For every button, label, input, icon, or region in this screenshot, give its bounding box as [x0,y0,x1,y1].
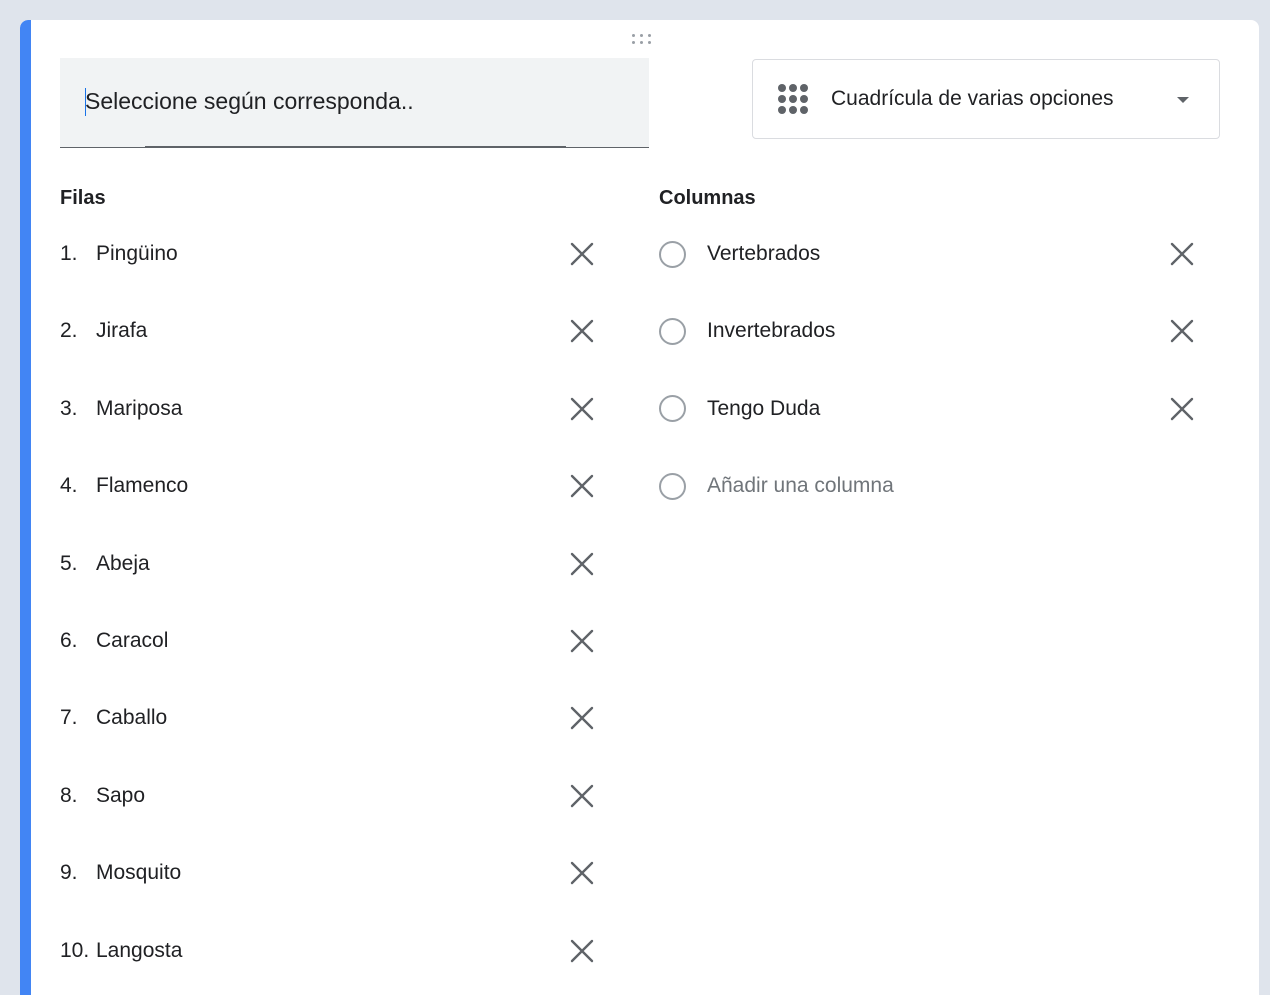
remove-row-button[interactable] [562,466,602,506]
row-number: 8. [60,783,78,807]
remove-row-button[interactable] [562,311,602,351]
remove-row-button[interactable] [562,776,602,816]
row-label[interactable]: Pingüino [96,242,178,266]
add-column-option[interactable]: Añadir una columna [659,466,1219,506]
row-label[interactable]: Caballo [96,706,167,730]
close-icon [570,552,594,575]
column-item[interactable]: Vertebrados [659,234,1219,274]
row-number: 7. [60,706,78,730]
row-label[interactable]: Langosta [96,939,182,963]
row-number: 6. [60,629,78,652]
column-label[interactable]: Invertebrados [707,319,835,343]
row-label[interactable]: Mariposa [96,397,182,421]
column-label[interactable]: Tengo Duda [707,397,820,421]
remove-column-button[interactable] [1162,389,1202,429]
column-label[interactable]: Vertebrados [707,242,820,266]
close-icon [570,320,594,343]
remove-row-button[interactable] [562,853,602,893]
close-icon [570,939,594,962]
question-type-dropdown[interactable]: Cuadrícula de varias opciones [752,59,1220,139]
question-title-field[interactable] [60,58,649,148]
close-icon [1170,397,1194,420]
columns-heading: Columnas [659,187,756,209]
row-item[interactable]: 9. Mosquito [60,853,600,893]
row-item[interactable]: 2. Jirafa [60,311,600,351]
row-item[interactable]: 8. Sapo [60,776,600,816]
column-item[interactable]: Invertebrados [659,311,1219,351]
row-number: 4. [60,474,78,498]
drag-handle-icon[interactable] [628,32,656,46]
row-item[interactable]: 7. Caballo [60,698,600,738]
dropdown-arrow-icon [1177,97,1189,103]
row-item[interactable]: 6. Caracol [60,621,600,661]
row-number: 10. [60,938,90,962]
remove-row-button[interactable] [562,544,602,584]
remove-row-button[interactable] [562,931,602,971]
row-item[interactable]: 5. Abeja [60,544,600,584]
radio-button-icon [659,395,686,423]
remove-column-button[interactable] [1162,234,1202,274]
close-icon [1170,320,1194,343]
close-icon [570,784,594,807]
radio-button-icon [659,472,686,500]
remove-row-button[interactable] [562,698,602,738]
row-item[interactable]: 4. Flamenco [60,466,600,506]
row-number: 9. [60,861,78,885]
radio-button-icon [659,240,686,268]
close-icon [570,861,594,885]
row-item[interactable]: 3. Mariposa [60,389,600,429]
remove-row-button[interactable] [562,389,602,429]
question-title-input[interactable] [85,84,625,118]
row-label[interactable]: Caracol [96,629,168,653]
question-card: Cuadrícula de varias opciones Filas Colu… [20,20,1259,995]
row-label[interactable]: Mosquito [96,861,181,885]
close-icon [570,474,594,498]
row-item[interactable]: 10. Langosta [60,931,600,971]
row-number: 3. [60,396,78,420]
close-icon [1170,242,1194,266]
grid-icon [775,81,811,117]
close-icon [570,242,594,266]
close-icon [570,629,594,653]
remove-column-button[interactable] [1162,311,1202,351]
text-cursor [85,88,86,116]
row-label[interactable]: Flamenco [96,474,188,498]
row-label[interactable]: Abeja [96,552,150,576]
row-number: 5. [60,551,78,575]
row-label[interactable]: Jirafa [96,319,147,343]
row-label[interactable]: Sapo [96,784,145,808]
input-underline [145,146,566,148]
remove-row-button[interactable] [562,621,602,661]
rows-heading: Filas [60,187,106,209]
close-icon [570,397,594,420]
radio-button-icon [659,317,686,345]
close-icon [570,707,594,730]
remove-row-button[interactable] [562,234,602,274]
row-number: 1. [60,242,78,265]
row-number: 2. [60,319,78,343]
column-item[interactable]: Tengo Duda [659,389,1219,429]
add-column-label[interactable]: Añadir una columna [707,474,894,498]
question-type-label: Cuadrícula de varias opciones [831,87,1114,110]
row-item[interactable]: 1. Pingüino [60,234,600,274]
active-accent-bar [20,20,31,995]
